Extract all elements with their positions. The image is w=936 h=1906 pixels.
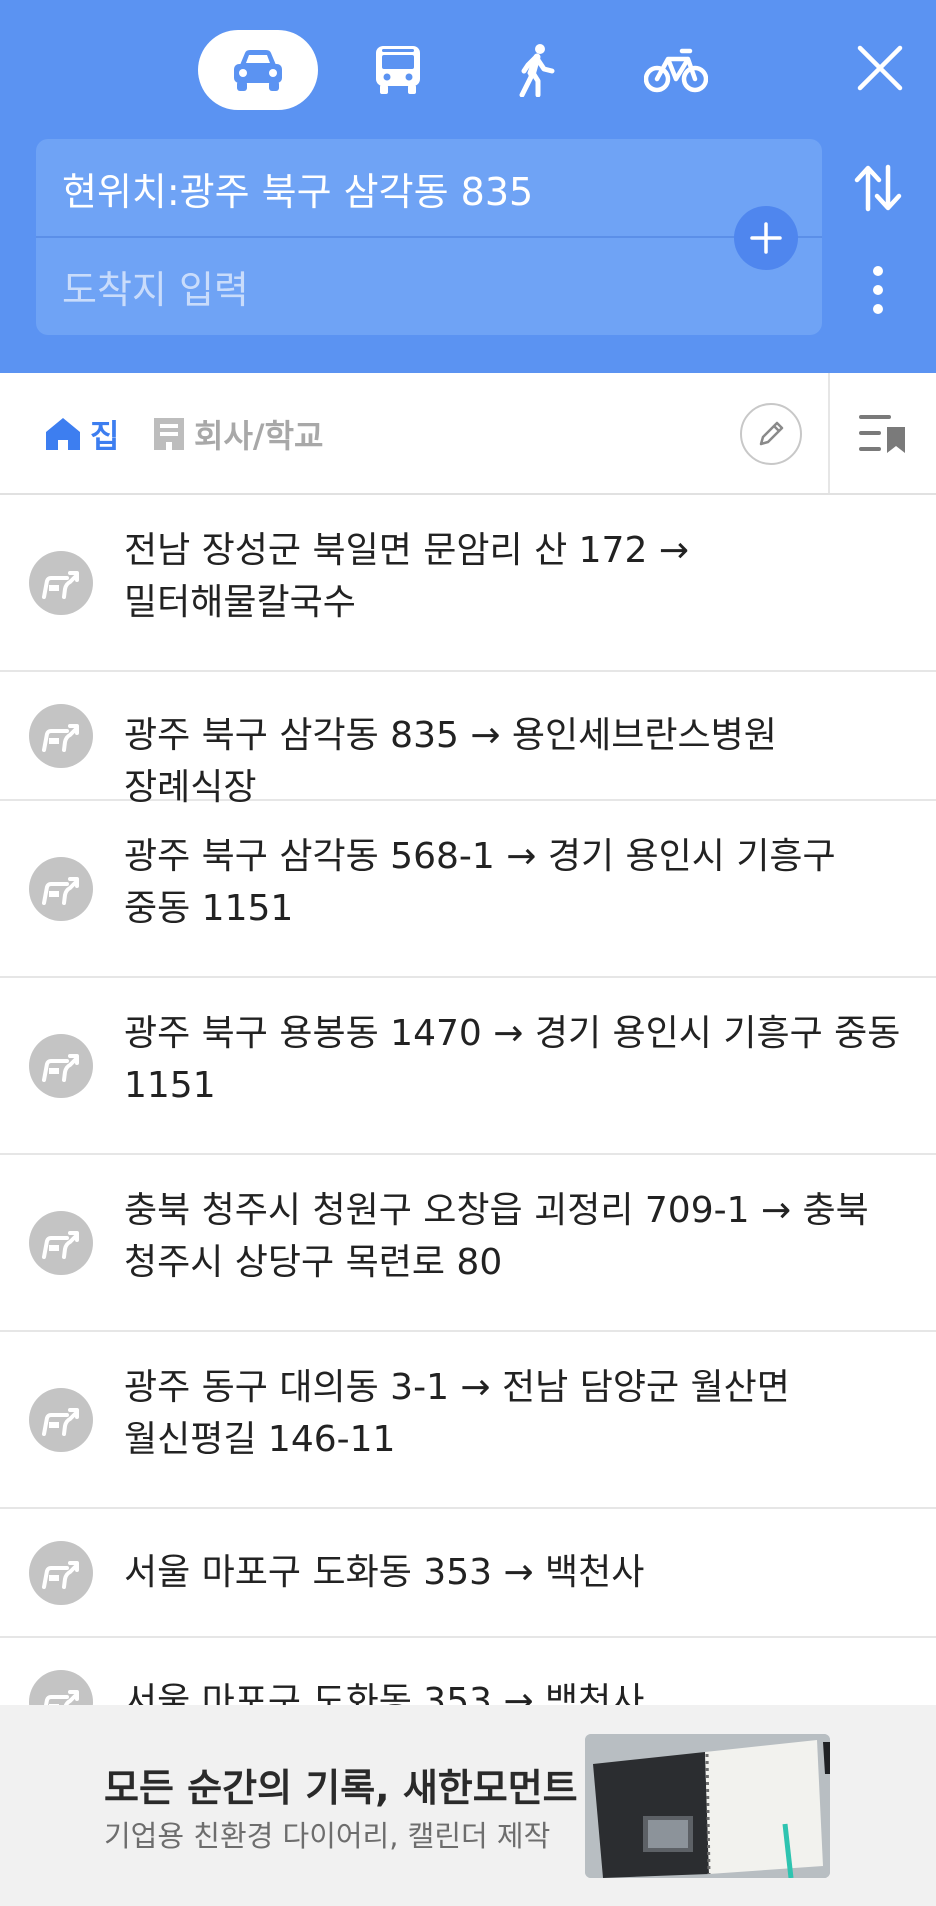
more-options-button[interactable] <box>858 262 898 318</box>
route-history-icon <box>29 1541 93 1605</box>
edit-shortcuts-button[interactable] <box>740 403 802 465</box>
list-item[interactable]: 광주 동구 대의동 3-1 → 전남 담양군 월산면 월신평길 146-11 <box>0 1332 936 1509</box>
diary-image-icon <box>585 1734 830 1878</box>
list-item[interactable]: 서울 마포구 도화동 353 → 백천사 <box>0 1509 936 1638</box>
route-turn-icon <box>42 571 79 599</box>
route-turn-icon <box>42 1561 79 1589</box>
route-history-icon <box>29 1034 93 1098</box>
home-icon <box>46 418 80 450</box>
ad-banner[interactable]: 모든 순간의 기록, 새한모먼트 기업용 친환경 다이어리, 캘린더 제작 <box>0 1705 936 1906</box>
car-icon <box>234 50 282 91</box>
more-dot-icon <box>873 266 883 276</box>
list-item[interactable]: 광주 북구 삼각동 835 → 용인세브란스병원 장례식장 <box>0 672 936 808</box>
walk-icon <box>519 44 555 97</box>
route-text: 충북 청주시 청원구 오창읍 괴정리 709-1 → 충북 청주시 상당구 목련… <box>124 1190 869 1283</box>
shortcut-separator <box>828 373 830 493</box>
ad-product-image <box>585 1734 830 1878</box>
route-header: 현위치:광주 북구 삼각동 835 도착지 입력 <box>0 0 936 373</box>
list-item[interactable]: 전남 장성군 북일면 문암리 산 172 → 밀터해물칼국수 <box>0 495 936 672</box>
list-item[interactable]: 서울 마포구 도화동 353 → 백천사 <box>0 1638 936 1705</box>
more-dot-icon <box>873 285 883 295</box>
more-dot-icon <box>873 304 883 314</box>
shortcut-bar: 집 회사/학교 <box>0 373 936 495</box>
route-history-icon <box>29 551 93 615</box>
route-input-panel: 현위치:광주 북구 삼각동 835 도착지 입력 <box>36 139 822 335</box>
close-icon <box>857 45 903 91</box>
mode-bus-tab[interactable] <box>338 30 458 110</box>
route-history-icon <box>29 1211 93 1275</box>
plus-icon <box>750 222 782 254</box>
mode-walk-tab[interactable] <box>478 30 598 110</box>
mode-car-tab[interactable] <box>198 30 318 110</box>
add-waypoint-button[interactable] <box>734 206 798 270</box>
route-turn-icon <box>44 1690 79 1705</box>
recent-routes-list: 전남 장성군 북일면 문암리 산 172 → 밀터해물칼국수 광주 북구 삼각동… <box>0 495 936 1705</box>
route-turn-icon <box>42 1408 79 1436</box>
route-turn-icon <box>42 877 79 905</box>
shortcut-home-label: 집 <box>90 417 120 455</box>
saved-routes-button[interactable] <box>856 409 912 459</box>
route-text: 광주 북구 삼각동 835 → 용인세브란스병원 장례식장 <box>124 715 777 808</box>
route-text: 전남 장성군 북일면 문암리 산 172 → 밀터해물칼국수 <box>124 530 689 623</box>
route-history-icon <box>29 1388 93 1452</box>
shortcut-work[interactable]: 회사/학교 <box>152 409 323 459</box>
list-item[interactable]: 충북 청주시 청원구 오창읍 괴정리 709-1 → 충북 청주시 상당구 목련… <box>0 1155 936 1332</box>
pencil-icon <box>759 421 784 446</box>
route-history-icon <box>29 704 93 768</box>
route-text: 광주 북구 삼각동 568-1 → 경기 용인시 기흥구 중동 1151 <box>124 836 836 929</box>
building-icon <box>154 418 184 450</box>
swap-button[interactable] <box>850 160 906 216</box>
shortcut-home[interactable]: 집 <box>44 409 119 459</box>
route-text: 광주 북구 용봉동 1470 → 경기 용인시 기흥구 중동 1151 <box>124 1013 901 1106</box>
route-text: 광주 동구 대의동 3-1 → 전남 담양군 월산면 월신평길 146-11 <box>124 1367 790 1460</box>
route-history-icon <box>29 857 93 921</box>
bookmark-list-icon <box>859 415 905 453</box>
swap-icon <box>854 164 902 212</box>
bus-icon <box>376 46 420 94</box>
mode-bike-tab[interactable] <box>616 30 736 110</box>
list-item[interactable]: 광주 북구 삼각동 568-1 → 경기 용인시 기흥구 중동 1151 <box>0 801 936 978</box>
list-item[interactable]: 광주 북구 용봉동 1470 → 경기 용인시 기흥구 중동 1151 <box>0 978 936 1155</box>
shortcut-work-label: 회사/학교 <box>194 417 324 455</box>
route-text: 서울 마포구 도화동 353 → 백천사 <box>124 1552 645 1593</box>
destination-input[interactable]: 도착지 입력 <box>36 237 822 335</box>
route-turn-icon <box>42 1231 79 1259</box>
bike-icon <box>644 48 708 93</box>
origin-input[interactable]: 현위치:광주 북구 삼각동 835 <box>36 139 822 237</box>
ad-title: 모든 순간의 기록, 새한모먼트 <box>104 1766 578 1810</box>
route-text: 서울 마포구 도화동 353 → 백천사 <box>124 1681 645 1705</box>
route-history-icon <box>29 1670 93 1705</box>
close-button[interactable] <box>848 36 912 100</box>
route-turn-icon <box>42 724 79 752</box>
route-turn-icon <box>42 1054 79 1082</box>
ad-subtitle: 기업용 친환경 다이어리, 캘린더 제작 <box>104 1819 551 1853</box>
